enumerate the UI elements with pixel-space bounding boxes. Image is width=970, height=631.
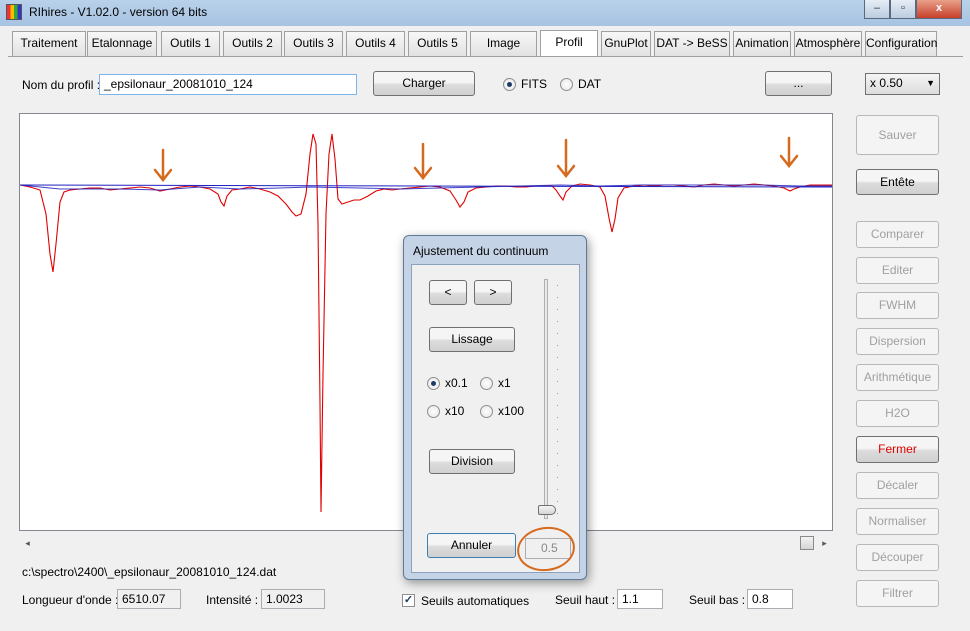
step-x0-1-label: x0.1 bbox=[445, 376, 468, 390]
tab-outils-3[interactable]: Outils 3 bbox=[284, 31, 343, 56]
high-threshold-input[interactable]: 1.1 bbox=[617, 589, 663, 609]
compare-button[interactable]: Comparer bbox=[856, 221, 939, 248]
tab-atmosphere[interactable]: Atmosphère bbox=[794, 31, 862, 56]
fwhm-button[interactable]: FWHM bbox=[856, 292, 939, 319]
crop-button[interactable]: Découper bbox=[856, 544, 939, 571]
step-x10-radio[interactable] bbox=[427, 405, 440, 418]
tab-traitement[interactable]: Traitement bbox=[12, 31, 86, 56]
tab-outils-5[interactable]: Outils 5 bbox=[408, 31, 467, 56]
save-button[interactable]: Sauver bbox=[856, 115, 939, 155]
tab-configuration[interactable]: Configuration bbox=[865, 31, 937, 56]
step-x100-label: x100 bbox=[498, 404, 525, 418]
scroll-thumb[interactable] bbox=[800, 536, 814, 550]
load-button[interactable]: Charger bbox=[373, 71, 475, 96]
header-button[interactable]: Entête bbox=[856, 169, 939, 195]
profile-name-label: Nom du profil : bbox=[22, 78, 101, 92]
arithmetic-button[interactable]: Arithmétique bbox=[856, 364, 939, 391]
wavelength-label: Longueur d'onde : bbox=[22, 593, 119, 607]
low-threshold-label: Seuil bas : bbox=[689, 593, 746, 607]
main-window: RIhires - V1.02.0 - version 64 bits – ▫ … bbox=[0, 0, 970, 631]
profile-name-input[interactable]: _epsilonaur_20081010_124 bbox=[99, 74, 357, 95]
dispersion-button[interactable]: Dispersion bbox=[856, 328, 939, 355]
close-button[interactable]: x bbox=[916, 0, 962, 19]
slider-track[interactable] bbox=[544, 279, 548, 519]
edit-button[interactable]: Editer bbox=[856, 257, 939, 284]
step-x1-label: x1 bbox=[498, 376, 511, 390]
maximize-button[interactable]: ▫ bbox=[890, 0, 916, 19]
zoom-select[interactable]: x 0.50 ▼ bbox=[865, 73, 940, 95]
high-threshold-label: Seuil haut : bbox=[555, 593, 616, 607]
step-x10-label: x10 bbox=[445, 404, 465, 418]
arrow-marker-1 bbox=[153, 148, 173, 183]
division-button[interactable]: Division bbox=[429, 449, 515, 474]
prev-button[interactable]: < bbox=[429, 280, 467, 305]
arrow-marker-3 bbox=[556, 138, 576, 179]
tab-outils-2[interactable]: Outils 2 bbox=[223, 31, 282, 56]
step-x100-radio[interactable] bbox=[480, 405, 493, 418]
wavelength-value: 6510.07 bbox=[117, 589, 181, 609]
close-profile-button[interactable]: Fermer bbox=[856, 436, 939, 463]
zoom-select-value: x 0.50 bbox=[870, 76, 903, 90]
app-icon bbox=[6, 4, 22, 20]
dat-radio[interactable] bbox=[560, 78, 573, 91]
browse-button[interactable]: ... bbox=[765, 71, 832, 96]
step-x0-1-radio[interactable] bbox=[427, 377, 440, 390]
tab-etalonnage[interactable]: Etalonnage bbox=[87, 31, 157, 56]
auto-threshold-checkbox[interactable]: ✓ bbox=[402, 594, 415, 607]
next-button[interactable]: > bbox=[474, 280, 512, 305]
auto-threshold-label: Seuils automatiques bbox=[421, 594, 530, 608]
shift-button[interactable]: Décaler bbox=[856, 472, 939, 499]
dat-radio-label: DAT bbox=[578, 77, 602, 91]
arrow-marker-4 bbox=[779, 136, 799, 169]
scroll-left-icon[interactable]: ◂ bbox=[19, 535, 36, 552]
slider-thumb[interactable] bbox=[538, 505, 556, 515]
slider-ticks bbox=[557, 285, 558, 517]
filter-button[interactable]: Filtrer bbox=[856, 580, 939, 607]
minimize-button[interactable]: – bbox=[864, 0, 890, 19]
step-x1-radio[interactable] bbox=[480, 377, 493, 390]
arrow-marker-2 bbox=[413, 142, 433, 181]
scroll-right-icon[interactable]: ▸ bbox=[816, 535, 833, 552]
file-path: c:\spectro\2400\_epsilonaur_20081010_124… bbox=[22, 565, 277, 579]
low-threshold-input[interactable]: 0.8 bbox=[747, 589, 793, 609]
intensity-label: Intensité : bbox=[206, 593, 259, 607]
fits-radio[interactable] bbox=[503, 78, 516, 91]
tab-gnuplot[interactable]: GnuPlot bbox=[601, 31, 651, 56]
dialog-title: Ajustement du continuum bbox=[413, 244, 549, 258]
smooth-button[interactable]: Lissage bbox=[429, 327, 515, 352]
normalize-button[interactable]: Normaliser bbox=[856, 508, 939, 535]
tab-outils-1[interactable]: Outils 1 bbox=[161, 31, 220, 56]
tab-profil[interactable]: Profil bbox=[540, 30, 598, 57]
chevron-down-icon: ▼ bbox=[926, 78, 935, 88]
tab-outils-4[interactable]: Outils 4 bbox=[346, 31, 405, 56]
tab-dat-bess[interactable]: DAT -> BeSS bbox=[654, 31, 730, 56]
title-bar[interactable]: RIhires - V1.02.0 - version 64 bits – ▫ … bbox=[0, 0, 970, 26]
cancel-button[interactable]: Annuler bbox=[427, 533, 516, 558]
tab-divider bbox=[8, 56, 963, 57]
intensity-value: 1.0023 bbox=[261, 589, 325, 609]
tab-animation[interactable]: Animation bbox=[733, 31, 791, 56]
h2o-button[interactable]: H2O bbox=[856, 400, 939, 427]
window-title: RIhires - V1.02.0 - version 64 bits bbox=[29, 5, 208, 19]
fits-radio-label: FITS bbox=[521, 77, 547, 91]
tab-image[interactable]: Image bbox=[470, 31, 537, 56]
